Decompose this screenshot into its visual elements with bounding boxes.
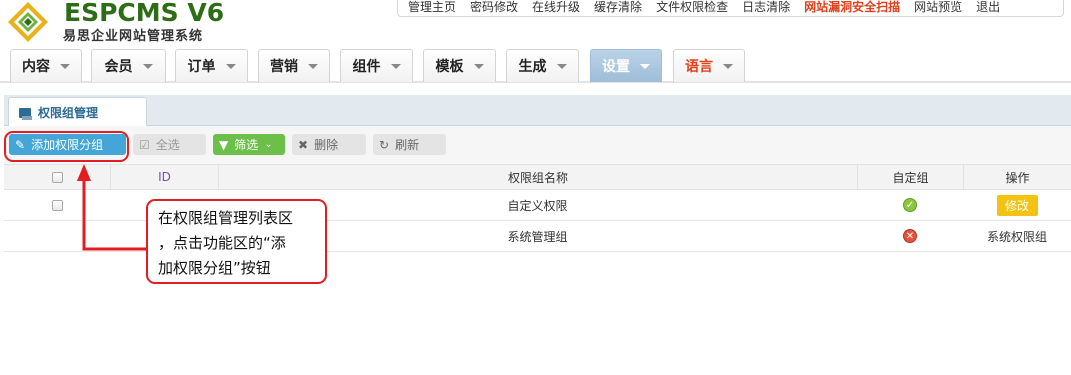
top-link-password[interactable]: 密码修改 <box>470 0 518 15</box>
menu-settings[interactable]: 设置 <box>590 49 662 82</box>
header-name: 权限组名称 <box>218 165 857 189</box>
x-circle-icon: ✕ <box>903 229 917 243</box>
menu-language[interactable]: 语言 <box>673 49 745 82</box>
menu-label: 设置 <box>602 59 630 75</box>
menu-template[interactable]: 模板 <box>423 49 496 82</box>
row-op: 修改 <box>963 190 1071 220</box>
caret-down-icon <box>308 63 318 69</box>
top-link-clear-log[interactable]: 日志清除 <box>742 0 790 15</box>
row-op: 系统权限组 <box>986 229 1047 244</box>
top-link-preview[interactable]: 网站预览 <box>914 0 962 15</box>
filter-button[interactable]: ▼ 筛选 ⌄ <box>213 134 285 155</box>
top-link-file-permission[interactable]: 文件权限检查 <box>656 0 728 15</box>
menu-component[interactable]: 组件 <box>340 49 413 82</box>
caret-down-icon <box>723 63 733 69</box>
callout-line-1: 在权限组管理列表区 <box>158 209 294 227</box>
menu-label: 订单 <box>187 59 216 75</box>
menu-label: 生成 <box>518 59 547 75</box>
caret-down-icon <box>640 63 650 69</box>
caret-down-icon <box>473 63 484 69</box>
caret-down-icon <box>225 63 236 69</box>
filter-label: 筛选 <box>234 138 259 152</box>
annotation-callout: 在权限组管理列表区 ，点击功能区的“添 加权限分组”按钮 <box>146 199 327 284</box>
callout-line-3: 加权限分组”按钮 <box>158 259 271 277</box>
check-circle-icon: ✓ <box>903 198 917 212</box>
chevron-down-icon: ⌄ <box>264 139 273 150</box>
edit-button[interactable]: 修改 <box>996 194 1038 216</box>
funnel-icon: ▼ <box>219 137 229 152</box>
row-custom: ✕ <box>857 221 963 251</box>
menu-label: 语言 <box>685 59 713 75</box>
caret-down-icon <box>390 63 401 69</box>
tab-bar: 权限组管理 <box>4 95 1071 127</box>
delete-label: 删除 <box>314 138 339 152</box>
delete-button[interactable]: ✖ 删除 <box>292 134 366 155</box>
main-menu: 内容 会员 订单 营销 组件 模板 生成 设置 语言 <box>0 46 1071 83</box>
close-icon: ✖ <box>298 137 309 152</box>
refresh-button[interactable]: ↻ 刷新 <box>373 134 446 155</box>
top-link-home[interactable]: 管理主页 <box>408 0 456 15</box>
refresh-icon: ↻ <box>379 137 390 152</box>
refresh-label: 刷新 <box>395 138 420 152</box>
top-link-logout[interactable]: 退出 <box>976 0 1000 15</box>
top-link-security-scan[interactable]: 网站漏洞安全扫描 <box>804 0 900 15</box>
toolbar: ✎ 添加权限分组 ☑ 全选 ▼ 筛选 ⌄ ✖ 删除 ↻ 刷新 <box>4 126 1071 164</box>
annotation-arrow <box>77 164 146 251</box>
header-custom: 自定组 <box>857 165 963 189</box>
callout-line-2: ，点击功能区的“添 <box>158 234 286 252</box>
header-op: 操作 <box>963 165 1071 189</box>
table-header: ID 权限组名称 自定组 操作 <box>4 164 1071 190</box>
caret-down-icon <box>556 63 567 69</box>
menu-order[interactable]: 订单 <box>175 49 248 82</box>
row-custom: ✓ <box>857 190 963 220</box>
menu-label: 营销 <box>270 59 298 75</box>
top-link-clear-cache[interactable]: 缓存清除 <box>594 0 642 15</box>
menu-generate[interactable]: 生成 <box>506 49 579 82</box>
menu-label: 组件 <box>352 59 381 75</box>
header: ESPCMS V6 易思企业网站管理系统 管理主页 密码修改 在线升级 缓存清除… <box>0 0 1071 84</box>
top-nav: 管理主页 密码修改 在线升级 缓存清除 文件权限检查 日志清除 网站漏洞安全扫描… <box>397 0 1064 17</box>
menu-marketing[interactable]: 营销 <box>258 49 330 82</box>
menu-label: 模板 <box>435 59 464 75</box>
top-link-upgrade[interactable]: 在线升级 <box>532 0 580 15</box>
